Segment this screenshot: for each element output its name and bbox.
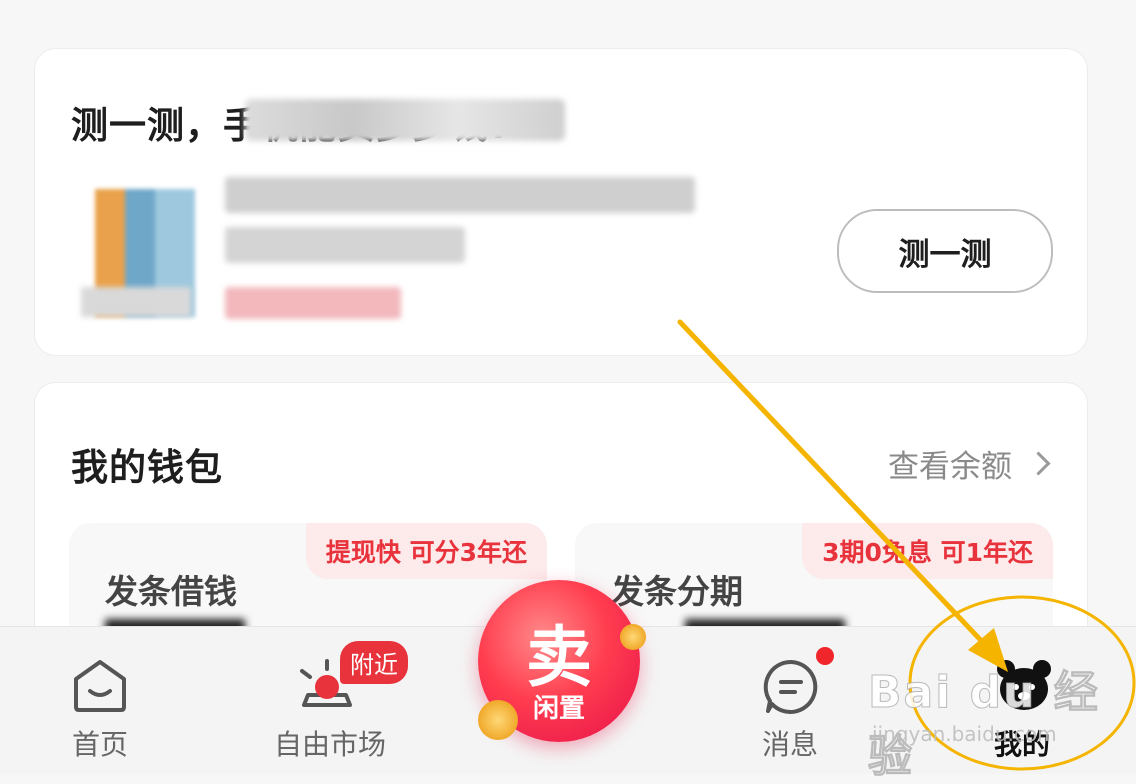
- tab-messages-label: 消息: [762, 728, 819, 761]
- sell-main-label: 卖: [526, 619, 592, 696]
- sell-idle-button[interactable]: 卖 闲置: [478, 580, 646, 742]
- device-spec-blur: [225, 227, 465, 263]
- title-redaction-blur: [245, 99, 565, 141]
- nearby-badge: 附近: [340, 641, 408, 684]
- tab-home[interactable]: 首页: [40, 627, 160, 774]
- installment-promo-badge: 3期0免息 可1年还: [802, 523, 1053, 579]
- chevron-right-icon: [1026, 451, 1051, 476]
- view-balance-label: 查看余额: [888, 449, 1012, 485]
- tab-messages[interactable]: 消息: [730, 627, 850, 774]
- test-valuation-button[interactable]: 测一测: [837, 209, 1053, 293]
- message-icon: [763, 659, 818, 714]
- home-icon: [74, 660, 126, 712]
- tab-market[interactable]: 附近 自由市场: [270, 627, 408, 774]
- coin-icon: [478, 700, 518, 740]
- loan-tile-label: 发条借钱: [105, 572, 237, 611]
- baidu-watermark-logo: Bai du 经验: [868, 667, 1100, 783]
- wallet-title: 我的钱包: [71, 446, 223, 489]
- phone-thumbnail-caption-blur: [81, 287, 191, 317]
- device-price-blur: [225, 287, 401, 319]
- unread-dot: [816, 647, 834, 665]
- baidu-watermark-url: jingyan.baidu.com: [872, 722, 1057, 746]
- tab-market-label: 自由市场: [274, 728, 387, 761]
- tab-home-label: 首页: [71, 728, 128, 761]
- phone-valuation-card: 测一测，手机能卖多少钱? 测一测: [34, 48, 1088, 356]
- coin-icon: [620, 624, 646, 650]
- view-balance-link[interactable]: 查看余额: [888, 441, 1051, 486]
- device-name-blur: [225, 177, 695, 213]
- loan-promo-badge: 提现快 可分3年还: [305, 523, 547, 579]
